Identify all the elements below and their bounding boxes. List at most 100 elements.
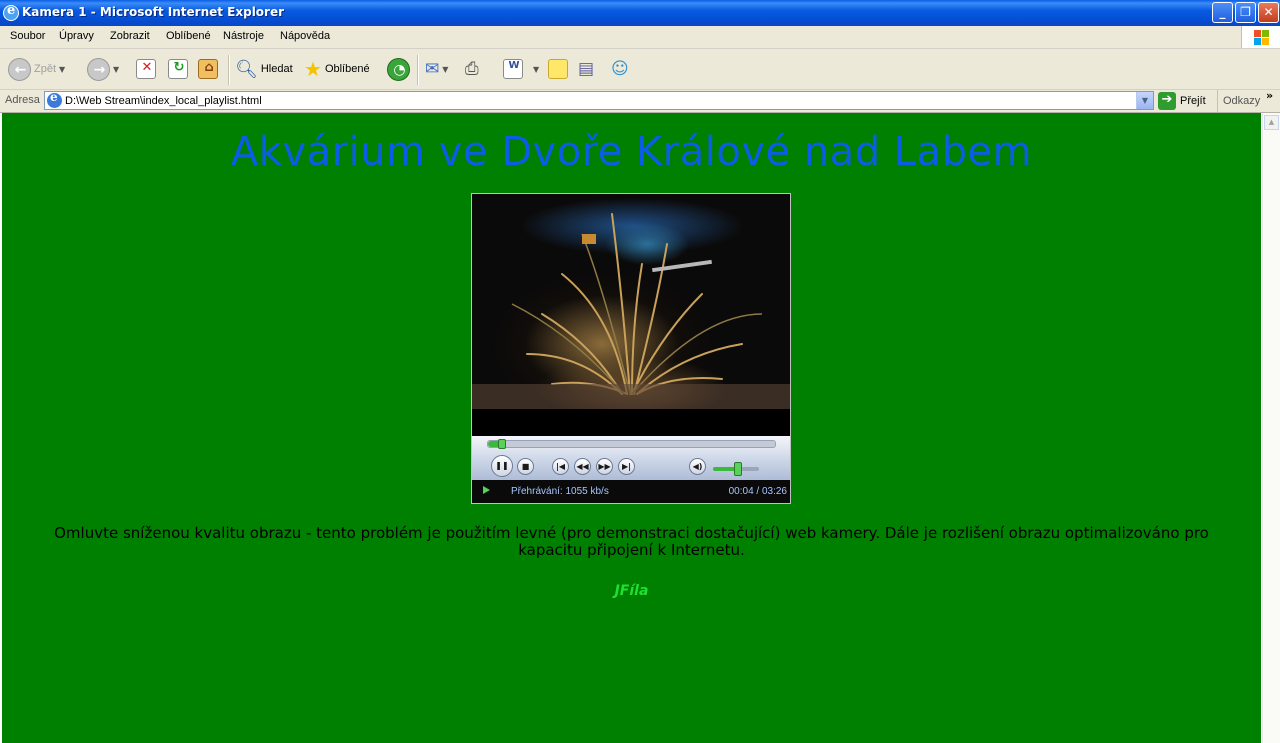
edit-dropdown-icon[interactable]: ▼ xyxy=(533,65,539,74)
stop-playback-button[interactable]: ■ xyxy=(517,458,534,475)
favorites-label: Oblíbené xyxy=(324,63,370,75)
speaker-icon: ◀) xyxy=(692,462,703,471)
close-icon: ✕ xyxy=(1263,5,1274,19)
toolbar: ← Zpět ▼ → ▼ ✕ ↻ ⌂ 🔍︎ Hledat ★ Oblíbené … xyxy=(0,49,1280,90)
player-status-bar: Přehrávání: 1055 kb/s 00:04 / 03:26 xyxy=(472,480,790,503)
close-button[interactable]: ✕ xyxy=(1258,2,1279,23)
menu-upravy[interactable]: Úpravy xyxy=(59,30,94,42)
back-dropdown-icon[interactable]: ▼ xyxy=(59,65,65,74)
skip-back-icon: |◀ xyxy=(555,462,566,471)
printer-icon: ⎙ xyxy=(465,59,479,79)
ie-window-icon[interactable] xyxy=(3,3,19,21)
stop-icon: ✕ xyxy=(136,59,156,79)
previous-button[interactable]: |◀ xyxy=(552,458,569,475)
menu-napoveda[interactable]: Nápověda xyxy=(280,30,330,42)
links-toolbar[interactable]: Odkazy » xyxy=(1217,89,1273,112)
note-icon xyxy=(548,59,568,79)
maximize-icon: ❐ xyxy=(1240,5,1251,19)
stop-button[interactable]: ✕ xyxy=(136,56,156,82)
toolbar-separator xyxy=(417,55,419,85)
forward-arrow-icon: → xyxy=(87,57,110,81)
page-content: Akvárium ve Dvoře Králové nad Labem ❚❚ ■… xyxy=(2,113,1261,743)
messenger-button[interactable]: ☺ xyxy=(611,56,629,82)
mail-dropdown-icon[interactable]: ▼ xyxy=(442,65,448,74)
menu-soubor[interactable]: Soubor xyxy=(10,30,45,42)
skip-forward-icon: ▶| xyxy=(621,462,632,471)
edit-button[interactable]: W ▼ xyxy=(503,56,539,82)
history-icon: ◔ xyxy=(387,57,410,81)
volume-slider[interactable] xyxy=(713,462,759,476)
go-arrow-icon: ➔ xyxy=(1158,92,1176,110)
media-player[interactable]: ❚❚ ■ |◀ ◀◀ ▶▶ ▶| ◀) Přehrávání: 1055 kb/… xyxy=(471,193,791,504)
print-button[interactable]: ⎙ xyxy=(465,56,479,82)
page-heading: Akvárium ve Dvoře Králové nad Labem xyxy=(230,129,1033,175)
go-button[interactable]: ➔ Přejít xyxy=(1158,92,1206,110)
page-icon xyxy=(47,90,62,108)
browser-viewport: Akvárium ve Dvoře Králové nad Labem ❚❚ ■… xyxy=(0,113,1280,743)
menu-bar: Soubor Úpravy Zobrazit Oblíbené Nástroje… xyxy=(0,26,1280,49)
word-icon: W xyxy=(503,59,523,79)
playback-time: 00:04 / 03:26 xyxy=(728,486,787,497)
menu-oblibene[interactable]: Oblíbené xyxy=(166,30,211,42)
search-button[interactable]: 🔍︎ Hledat xyxy=(235,56,293,82)
pause-button[interactable]: ❚❚ xyxy=(491,455,513,477)
address-field[interactable]: ▼ xyxy=(44,90,1154,110)
quality-note: Omluvte sníženou kvalitu obrazu - tento … xyxy=(54,524,1209,559)
seek-bar[interactable] xyxy=(487,439,776,449)
fast-forward-icon: ▶▶ xyxy=(598,462,611,471)
pause-icon: ❚❚ xyxy=(495,461,509,470)
home-icon: ⌂ xyxy=(198,59,218,79)
back-button[interactable]: ← Zpět ▼ xyxy=(8,56,65,82)
search-icon: 🔍︎ xyxy=(235,58,258,80)
search-label: Hledat xyxy=(260,63,293,75)
mail-icon: ✉ xyxy=(425,59,440,79)
star-icon: ★ xyxy=(304,57,322,81)
fast-forward-button[interactable]: ▶▶ xyxy=(596,458,613,475)
history-button[interactable]: ◔ xyxy=(387,56,410,82)
favorites-button[interactable]: ★ Oblíbené xyxy=(304,56,370,82)
windows-logo-icon xyxy=(1241,26,1280,48)
discuss-button[interactable] xyxy=(548,56,568,82)
forward-button[interactable]: → ▼ xyxy=(87,56,119,82)
back-label: Zpět xyxy=(34,63,57,75)
mute-button[interactable]: ◀) xyxy=(689,458,706,475)
video-frame[interactable] xyxy=(472,194,790,436)
volume-thumb[interactable] xyxy=(734,462,742,476)
menu-zobrazit[interactable]: Zobrazit xyxy=(110,30,150,42)
address-bar: Adresa ▼ ➔ Přejít Odkazy » xyxy=(0,89,1280,113)
controls-panel: ❚❚ ■ |◀ ◀◀ ▶▶ ▶| ◀) xyxy=(472,436,790,480)
minimize-button[interactable]: _ xyxy=(1212,2,1233,23)
stop-square-icon: ■ xyxy=(521,462,530,471)
mail-button[interactable]: ✉ ▼ xyxy=(425,56,448,82)
research-icon: ▤ xyxy=(578,59,595,79)
playback-status: Přehrávání: 1055 kb/s xyxy=(511,486,609,497)
research-button[interactable]: ▤ xyxy=(578,56,594,82)
toolbar-separator xyxy=(228,55,230,85)
rewind-icon: ◀◀ xyxy=(576,462,589,471)
forward-dropdown-icon[interactable]: ▼ xyxy=(113,65,119,74)
maximize-button[interactable]: ❐ xyxy=(1235,2,1256,23)
next-button[interactable]: ▶| xyxy=(618,458,635,475)
author-signature: JFíla xyxy=(614,583,649,599)
title-bar: Kamera 1 - Microsoft Internet Explorer _… xyxy=(0,0,1280,26)
play-status-icon xyxy=(483,486,490,494)
address-label: Adresa xyxy=(5,94,40,106)
address-dropdown-button[interactable]: ▼ xyxy=(1136,92,1153,109)
address-input[interactable] xyxy=(65,93,1125,108)
refresh-button[interactable]: ↻ xyxy=(168,56,188,82)
chevron-right-icon[interactable]: » xyxy=(1266,89,1273,102)
go-label: Přejít xyxy=(1180,95,1206,107)
minimize-icon: _ xyxy=(1219,5,1226,19)
back-arrow-icon: ← xyxy=(8,57,31,81)
home-button[interactable]: ⌂ xyxy=(198,56,218,82)
seek-thumb[interactable] xyxy=(498,439,506,449)
rewind-button[interactable]: ◀◀ xyxy=(574,458,591,475)
vertical-scrollbar[interactable]: ▲ xyxy=(1262,113,1280,743)
aquarium-video-image xyxy=(472,213,790,436)
chevron-down-icon: ▼ xyxy=(1141,96,1149,105)
menu-nastroje[interactable]: Nástroje xyxy=(223,30,264,42)
refresh-icon: ↻ xyxy=(168,59,188,79)
links-label: Odkazy xyxy=(1223,95,1261,107)
messenger-icon: ☺ xyxy=(611,59,629,79)
scroll-up-button[interactable]: ▲ xyxy=(1264,115,1279,130)
